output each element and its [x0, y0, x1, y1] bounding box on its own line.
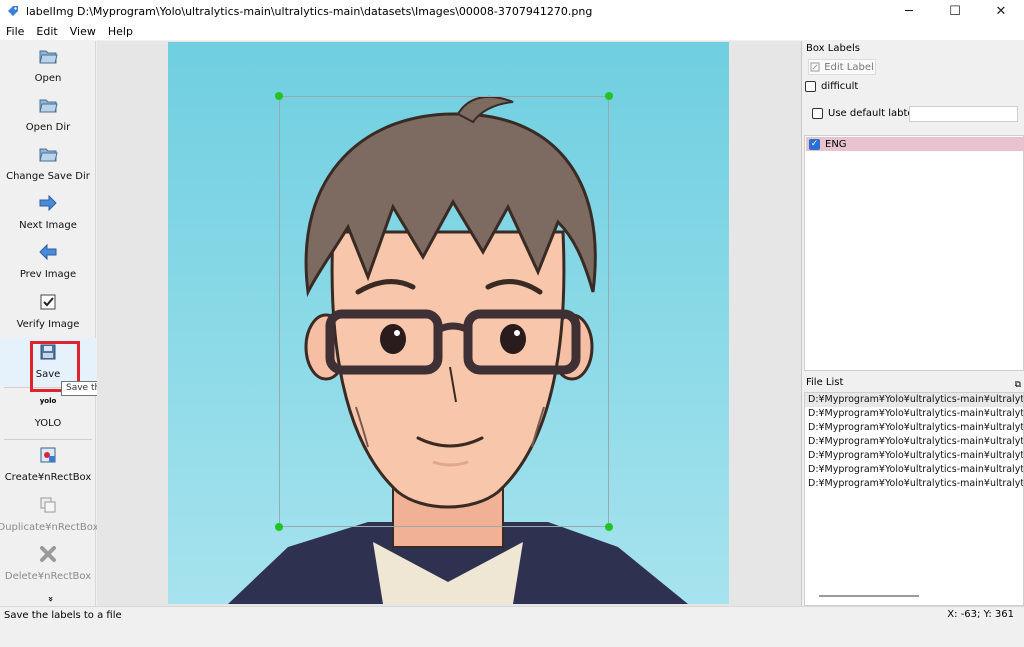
bbox-handle-bottom-left[interactable]	[275, 523, 283, 531]
file-list-title-text: File List	[806, 377, 844, 388]
use-default-label-row[interactable]: Use default labtel	[812, 108, 916, 119]
verify-image-button[interactable]: Verify Image	[0, 288, 96, 336]
difficult-label: difficult	[821, 81, 859, 92]
yolo-format-icon: yolo	[39, 397, 57, 405]
left-toolbar: Open Open Dir Change Save Dir Next Image…	[0, 41, 99, 606]
arrow-left-icon	[37, 241, 59, 263]
save-disk-icon	[37, 341, 59, 363]
label-item-eng[interactable]: ✓ ENG	[806, 137, 1024, 151]
file-list-item[interactable]: D:¥Myprogram¥Yolo¥ultralytics-main¥ultra…	[805, 435, 1023, 449]
open-dir-label: Open Dir	[25, 122, 71, 133]
float-window-icon[interactable]: ⧉	[1015, 378, 1021, 392]
create-box-icon	[37, 444, 59, 466]
file-list-title: File List ⧉	[804, 376, 1024, 390]
prev-image-button[interactable]: Prev Image	[0, 238, 96, 286]
format-label: YOLO	[34, 418, 62, 429]
open-dir-button[interactable]: Open Dir	[0, 91, 96, 139]
maximize-button[interactable]: ☐	[932, 0, 978, 22]
folder-icon	[37, 45, 59, 67]
change-save-dir-label: Change Save Dir	[6, 171, 90, 182]
bbox-handle-top-left[interactable]	[275, 92, 283, 100]
duplicate-rectbox-button[interactable]: Duplicate¥nRectBox	[0, 491, 99, 539]
minimize-button[interactable]: ─	[886, 0, 932, 22]
menu-bar: File Edit View Help	[0, 22, 1024, 40]
file-list-item[interactable]: D:¥Myprogram¥Yolo¥ultralytics-main¥ultra…	[805, 477, 1023, 491]
bbox-handle-bottom-right[interactable]	[605, 523, 613, 531]
use-default-label-text: Use default labtel	[828, 108, 917, 119]
menu-file[interactable]: File	[0, 25, 30, 38]
image-canvas[interactable]	[97, 41, 802, 606]
menu-edit[interactable]: Edit	[30, 25, 63, 38]
prev-image-label: Prev Image	[19, 269, 77, 280]
open-label: Open	[34, 73, 62, 84]
window-controls: ─ ☐ ✕	[886, 0, 1024, 22]
edit-label-button[interactable]: Edit Label	[808, 59, 876, 75]
create-rectbox-label: Create¥nRectBox	[4, 472, 92, 483]
cursor-coordinates: X: -63; Y: 361	[947, 609, 1014, 620]
edit-label-text: Edit Label	[824, 61, 874, 73]
title-bar: labelImg D:\Myprogram\Yolo\ultralytics-m…	[0, 0, 1024, 22]
folder-icon	[37, 143, 59, 165]
app-tag-icon	[8, 6, 18, 16]
next-image-label: Next Image	[19, 220, 77, 231]
open-button[interactable]: Open	[0, 42, 96, 90]
file-list-item[interactable]: D:¥Myprogram¥Yolo¥ultralytics-main¥ultra…	[805, 463, 1023, 477]
default-label-input[interactable]	[909, 106, 1018, 122]
file-list-item[interactable]: D:¥Myprogram¥Yolo¥ultralytics-main¥ultra…	[805, 393, 1023, 407]
status-message: Save the labels to a file	[4, 609, 122, 621]
file-list[interactable]: D:¥Myprogram¥Yolo¥ultralytics-main¥ultra…	[804, 392, 1024, 606]
bounding-box-eng[interactable]	[279, 96, 609, 527]
close-button[interactable]: ✕	[978, 0, 1024, 22]
toolbar-separator	[4, 439, 92, 440]
window-title: labelImg D:\Myprogram\Yolo\ultralytics-m…	[26, 4, 593, 18]
verify-image-label: Verify Image	[16, 319, 80, 330]
menu-view[interactable]: View	[64, 25, 102, 38]
save-button[interactable]: Save	[0, 338, 96, 386]
menu-help[interactable]: Help	[102, 25, 139, 38]
status-bar: Save the labels to a file X: -63; Y: 361	[0, 606, 1024, 623]
use-default-label-checkbox[interactable]	[812, 108, 823, 119]
duplicate-icon	[37, 494, 59, 516]
file-list-item[interactable]: D:¥Myprogram¥Yolo¥ultralytics-main¥ultra…	[805, 407, 1023, 421]
toolbar-extension-icon[interactable]: »	[42, 551, 55, 647]
right-dock-panel: Box Labels Edit Label difficult Use defa…	[804, 41, 1024, 606]
arrow-right-icon	[37, 192, 59, 214]
save-label: Save	[35, 369, 61, 380]
edit-pencil-icon	[810, 62, 820, 72]
file-list-item[interactable]: D:¥Myprogram¥Yolo¥ultralytics-main¥ultra…	[805, 421, 1023, 435]
duplicate-rectbox-label: Duplicate¥nRectBox	[0, 522, 99, 533]
change-save-dir-button[interactable]: Change Save Dir	[0, 140, 96, 188]
create-rectbox-button[interactable]: Create¥nRectBox	[0, 441, 96, 489]
next-image-button[interactable]: Next Image	[0, 189, 96, 237]
folder-icon	[37, 94, 59, 116]
difficult-checkbox[interactable]	[805, 81, 816, 92]
label-list[interactable]: ✓ ENG	[804, 135, 1024, 371]
label-item-name: ENG	[825, 138, 847, 150]
difficult-checkbox-row[interactable]: difficult	[805, 81, 858, 92]
box-labels-title: Box Labels	[804, 42, 1024, 56]
bbox-handle-top-right[interactable]	[605, 92, 613, 100]
labelimg-window: labelImg D:\Myprogram\Yolo\ultralytics-m…	[0, 0, 1024, 623]
checkbox-checked-icon	[37, 291, 59, 313]
checkbox-checked-icon[interactable]: ✓	[809, 138, 820, 150]
file-list-item[interactable]: D:¥Myprogram¥Yolo¥ultralytics-main¥ultra…	[805, 449, 1023, 463]
horizontal-scrollbar[interactable]	[819, 595, 919, 597]
